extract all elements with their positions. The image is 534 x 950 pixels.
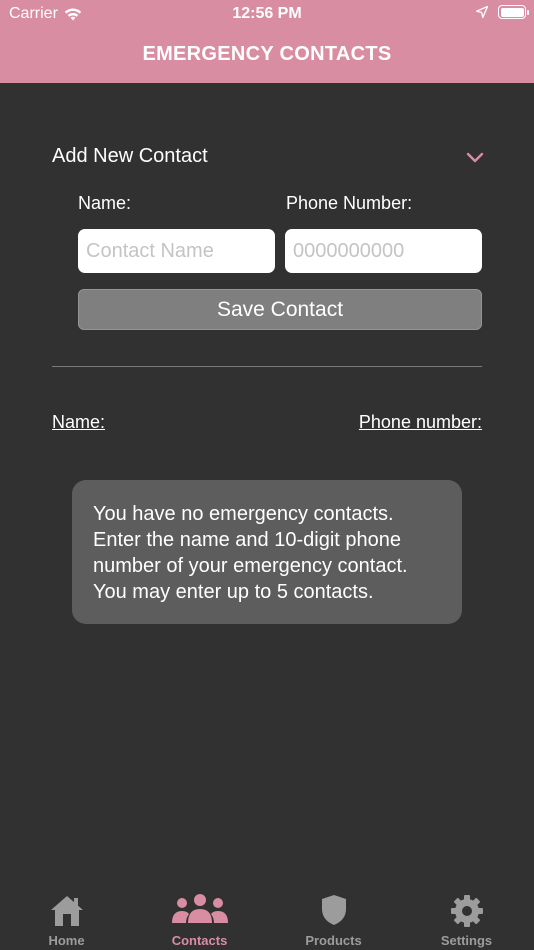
status-time: 12:56 PM: [232, 5, 302, 22]
tab-home-label: Home: [48, 933, 85, 948]
tab-settings[interactable]: Settings: [400, 880, 533, 950]
name-label: Name:: [78, 193, 132, 213]
contact-name-input[interactable]: [78, 229, 275, 273]
page-title: EMERGENCY CONTACTS: [142, 43, 392, 65]
tab-contacts-label: Contacts: [171, 933, 228, 948]
tab-products[interactable]: Products: [267, 880, 400, 950]
gear-icon: [450, 895, 483, 927]
status-bar: Carrier 12:56 PM: [0, 0, 534, 28]
phone-column-header: Phone number:: [358, 412, 482, 432]
location-arrow-icon: [476, 6, 488, 18]
section-divider: [52, 366, 482, 367]
phone-label: Phone Number:: [286, 193, 413, 213]
tab-settings-label: Settings: [440, 933, 493, 948]
phone-number-input[interactable]: [285, 229, 482, 273]
chevron-down-icon[interactable]: [466, 150, 484, 164]
shield-icon: [321, 895, 346, 925]
tab-contacts[interactable]: Contacts: [133, 880, 266, 950]
home-icon: [50, 896, 83, 926]
header-bar: Carrier 12:56 PM EMERGENCY CONTACTS: [0, 0, 534, 83]
tab-products-label: Products: [305, 933, 362, 948]
tab-home[interactable]: Home: [0, 880, 133, 950]
tab-bar: Home Contacts Products Settings: [0, 880, 534, 950]
status-right-icons: [476, 5, 529, 19]
people-icon: [171, 894, 228, 923]
name-column-header: Name:: [52, 412, 106, 432]
save-contact-button[interactable]: Save Contact: [78, 289, 482, 330]
battery-icon: [498, 5, 529, 19]
add-contact-title[interactable]: Add New Contact: [52, 145, 208, 168]
empty-contacts-message: You have no emergency contacts. Enter th…: [72, 480, 462, 624]
